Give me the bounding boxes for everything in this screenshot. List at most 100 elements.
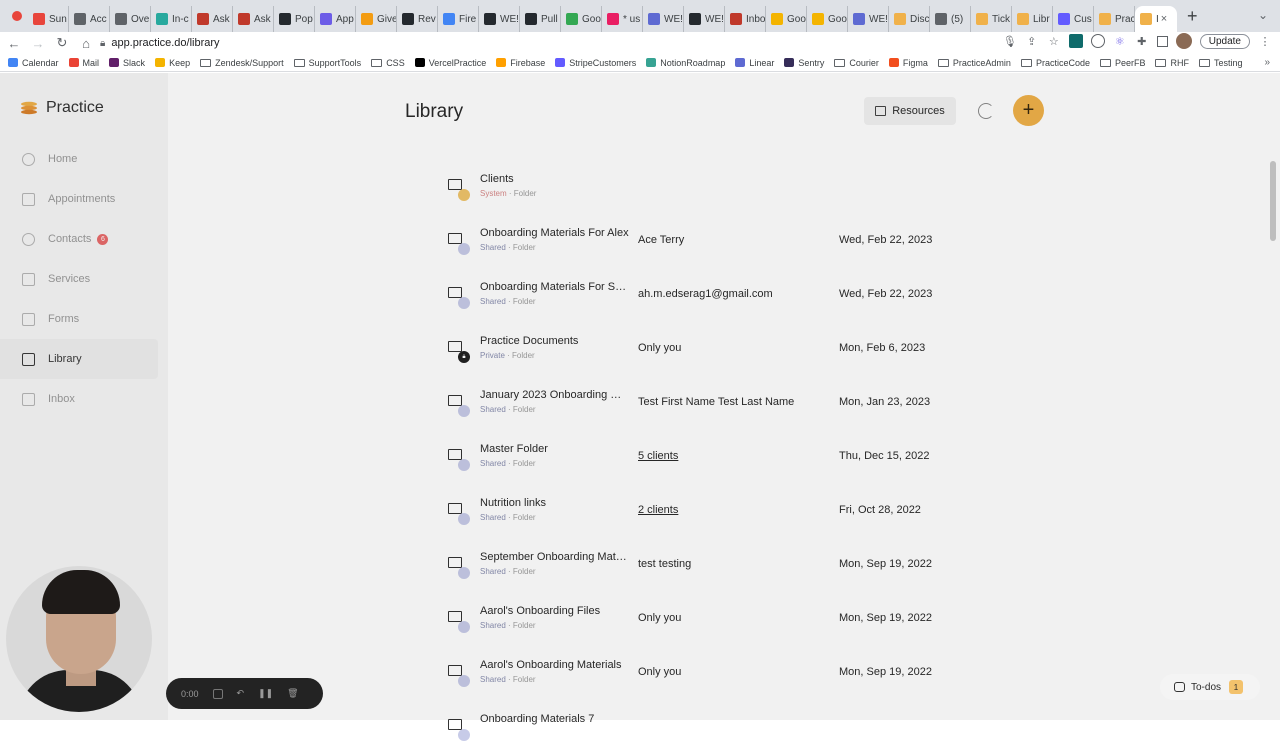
react-devtools-icon[interactable]: ⚛︎ xyxy=(1113,34,1127,48)
tab-search-chevron-icon[interactable]: ⌄ xyxy=(1258,8,1268,22)
browser-tab[interactable]: Acc xyxy=(69,6,110,32)
tab-active[interactable]: I × xyxy=(1135,6,1177,32)
browser-tab[interactable]: Cus xyxy=(1053,6,1094,32)
browser-tab[interactable]: Tick xyxy=(971,6,1012,32)
folder-name[interactable]: Aarol's Onboarding Materials xyxy=(480,659,630,671)
folder-name[interactable]: Onboarding Materials For Sam xyxy=(480,281,630,293)
folder-name[interactable]: Onboarding Materials For Alex xyxy=(480,227,630,239)
sidebar-item-library[interactable]: Library xyxy=(0,339,158,379)
new-tab-button[interactable]: + xyxy=(1187,6,1198,27)
bookmark-item[interactable]: SupportTools xyxy=(293,58,361,68)
browser-tab[interactable]: Prac xyxy=(1094,6,1135,32)
browser-tab[interactable]: Fire xyxy=(438,6,479,32)
grid-icon[interactable] xyxy=(212,688,223,699)
sidebar-item-inbox[interactable]: Inbox xyxy=(0,379,168,419)
bookmark-item[interactable]: Firebase xyxy=(496,58,545,68)
browser-tab[interactable]: * us xyxy=(602,6,643,32)
microphone-icon[interactable]: 🎙︎ xyxy=(1003,34,1017,48)
shared-clients-link[interactable]: 2 clients xyxy=(638,504,678,516)
browser-tab[interactable]: Goo xyxy=(561,6,602,32)
browser-tab[interactable]: App xyxy=(315,6,356,32)
folder-name[interactable]: Onboarding Materials 7 xyxy=(480,713,630,725)
bookmark-item[interactable]: Zendesk/Support xyxy=(200,58,284,68)
bookmark-item[interactable]: Figma xyxy=(888,58,928,68)
browser-tab[interactable]: In-c xyxy=(151,6,192,32)
library-row[interactable]: Onboarding Materials 7 xyxy=(436,699,956,753)
shared-clients-link[interactable]: 5 clients xyxy=(638,450,678,462)
browser-tab[interactable]: Give xyxy=(356,6,397,32)
library-row[interactable]: Master Folder Shared · Folder 5 clients Thu… xyxy=(436,429,956,483)
delete-icon[interactable]: 🗑︎ xyxy=(287,688,298,699)
bookmark-item[interactable]: Sentry xyxy=(784,58,824,68)
undo-icon[interactable]: ↶ xyxy=(237,688,245,699)
close-tab-icon[interactable]: × xyxy=(1161,13,1167,25)
browser-tab[interactable]: WE! xyxy=(643,6,684,32)
library-row[interactable]: Onboarding Materials For Alex Shared · Fo… xyxy=(436,213,956,267)
browser-tab[interactable]: Ask xyxy=(233,6,274,32)
update-button[interactable]: Update xyxy=(1199,33,1250,49)
address-bar[interactable]: 🔒︎ app.practice.do/library xyxy=(96,33,1016,53)
bookmark-item[interactable]: Courier xyxy=(834,58,879,68)
bookmarks-overflow-button[interactable]: » xyxy=(1264,57,1270,68)
browser-tab[interactable]: (5) xyxy=(930,6,971,32)
bookmark-item[interactable]: Linear xyxy=(735,58,774,68)
library-row[interactable]: Nutrition links Shared · Folder 2 clients F… xyxy=(436,483,956,537)
folder-name[interactable]: Master Folder xyxy=(480,443,630,455)
sidebar-item-forms[interactable]: Forms xyxy=(0,299,168,339)
scrollbar[interactable] xyxy=(1270,161,1276,241)
forward-button[interactable]: → xyxy=(28,36,48,51)
bookmark-star-icon[interactable]: ☆ xyxy=(1047,34,1061,48)
more-vert-icon[interactable]: ⋮ xyxy=(1258,34,1272,48)
resources-button[interactable]: Resources xyxy=(864,97,956,125)
bookmark-item[interactable]: Calendar xyxy=(8,58,59,68)
bookmark-item[interactable]: PracticeAdmin xyxy=(937,58,1011,68)
home-button[interactable]: ⌂ xyxy=(76,36,96,51)
folder-name[interactable]: Aarol's Onboarding Files xyxy=(480,605,630,617)
bookmark-item[interactable]: CSS xyxy=(371,58,405,68)
folder-name[interactable]: September Onboarding Mater... xyxy=(480,551,630,563)
pause-icon[interactable]: ❚❚ xyxy=(258,688,273,699)
browser-tab[interactable]: Rev xyxy=(397,6,438,32)
browser-tab[interactable]: Ove xyxy=(110,6,151,32)
library-row[interactable]: Aarol's Onboarding Files Shared · Folder O… xyxy=(436,591,956,645)
brand[interactable]: Practice xyxy=(20,99,104,117)
library-row[interactable]: September Onboarding Mater... Shared · Fo… xyxy=(436,537,956,591)
bookmark-item[interactable]: Testing xyxy=(1198,58,1243,68)
browser-tab[interactable]: Pop xyxy=(274,6,315,32)
browser-tab[interactable]: WE! xyxy=(479,6,520,32)
browser-tab[interactable]: Sun xyxy=(28,6,69,32)
bookmark-item[interactable]: VercelPractice xyxy=(414,58,486,68)
library-row[interactable]: Onboarding Materials For Sam Shared · Fol… xyxy=(436,267,956,321)
back-button[interactable]: ← xyxy=(4,36,24,51)
add-button[interactable]: + xyxy=(1013,95,1044,126)
folder-name[interactable]: Practice Documents xyxy=(480,335,630,347)
bookmark-item[interactable]: PeerFB xyxy=(1099,58,1145,68)
library-row[interactable]: Aarol's Onboarding Materials Shared · Fol… xyxy=(436,645,956,699)
bookmark-item[interactable]: PracticeCode xyxy=(1020,58,1090,68)
folder-name[interactable]: January 2023 Onboarding Ma... xyxy=(480,389,630,401)
library-row[interactable]: 🔒︎ Practice Documents Private · Folder Only… xyxy=(436,321,956,375)
bookmark-item[interactable]: Mail xyxy=(68,58,99,68)
bookmark-item[interactable]: NotionRoadmap xyxy=(646,58,725,68)
bookmark-item[interactable]: StripeCustomers xyxy=(555,58,636,68)
browser-tab[interactable]: WE! xyxy=(848,6,889,32)
bookmark-item[interactable]: Keep xyxy=(155,58,190,68)
side-panel-icon[interactable] xyxy=(1156,35,1168,47)
extension-icon[interactable] xyxy=(1090,34,1105,48)
browser-tab[interactable]: Inbo xyxy=(725,6,766,32)
browser-tab[interactable]: WE! xyxy=(684,6,725,32)
library-row[interactable]: Clients System · Folder xyxy=(436,159,956,213)
sidebar-item-services[interactable]: Services xyxy=(0,259,168,299)
browser-tab[interactable]: Disc xyxy=(889,6,930,32)
browser-tab[interactable]: Libr xyxy=(1012,6,1053,32)
profile-avatar[interactable] xyxy=(1175,33,1192,49)
sidebar-item-home[interactable]: Home xyxy=(0,139,168,179)
extensions-puzzle-icon[interactable]: ✚ xyxy=(1135,34,1149,48)
browser-tab[interactable]: Goo xyxy=(807,6,848,32)
folder-name[interactable]: Nutrition links xyxy=(480,497,630,509)
browser-tab[interactable]: Pull xyxy=(520,6,561,32)
reload-button[interactable]: ↻ xyxy=(52,35,72,51)
extension-icon[interactable] xyxy=(1068,34,1083,48)
sidebar-item-contacts[interactable]: Contacts 6 xyxy=(0,219,168,259)
folder-name[interactable]: Clients xyxy=(480,173,630,185)
